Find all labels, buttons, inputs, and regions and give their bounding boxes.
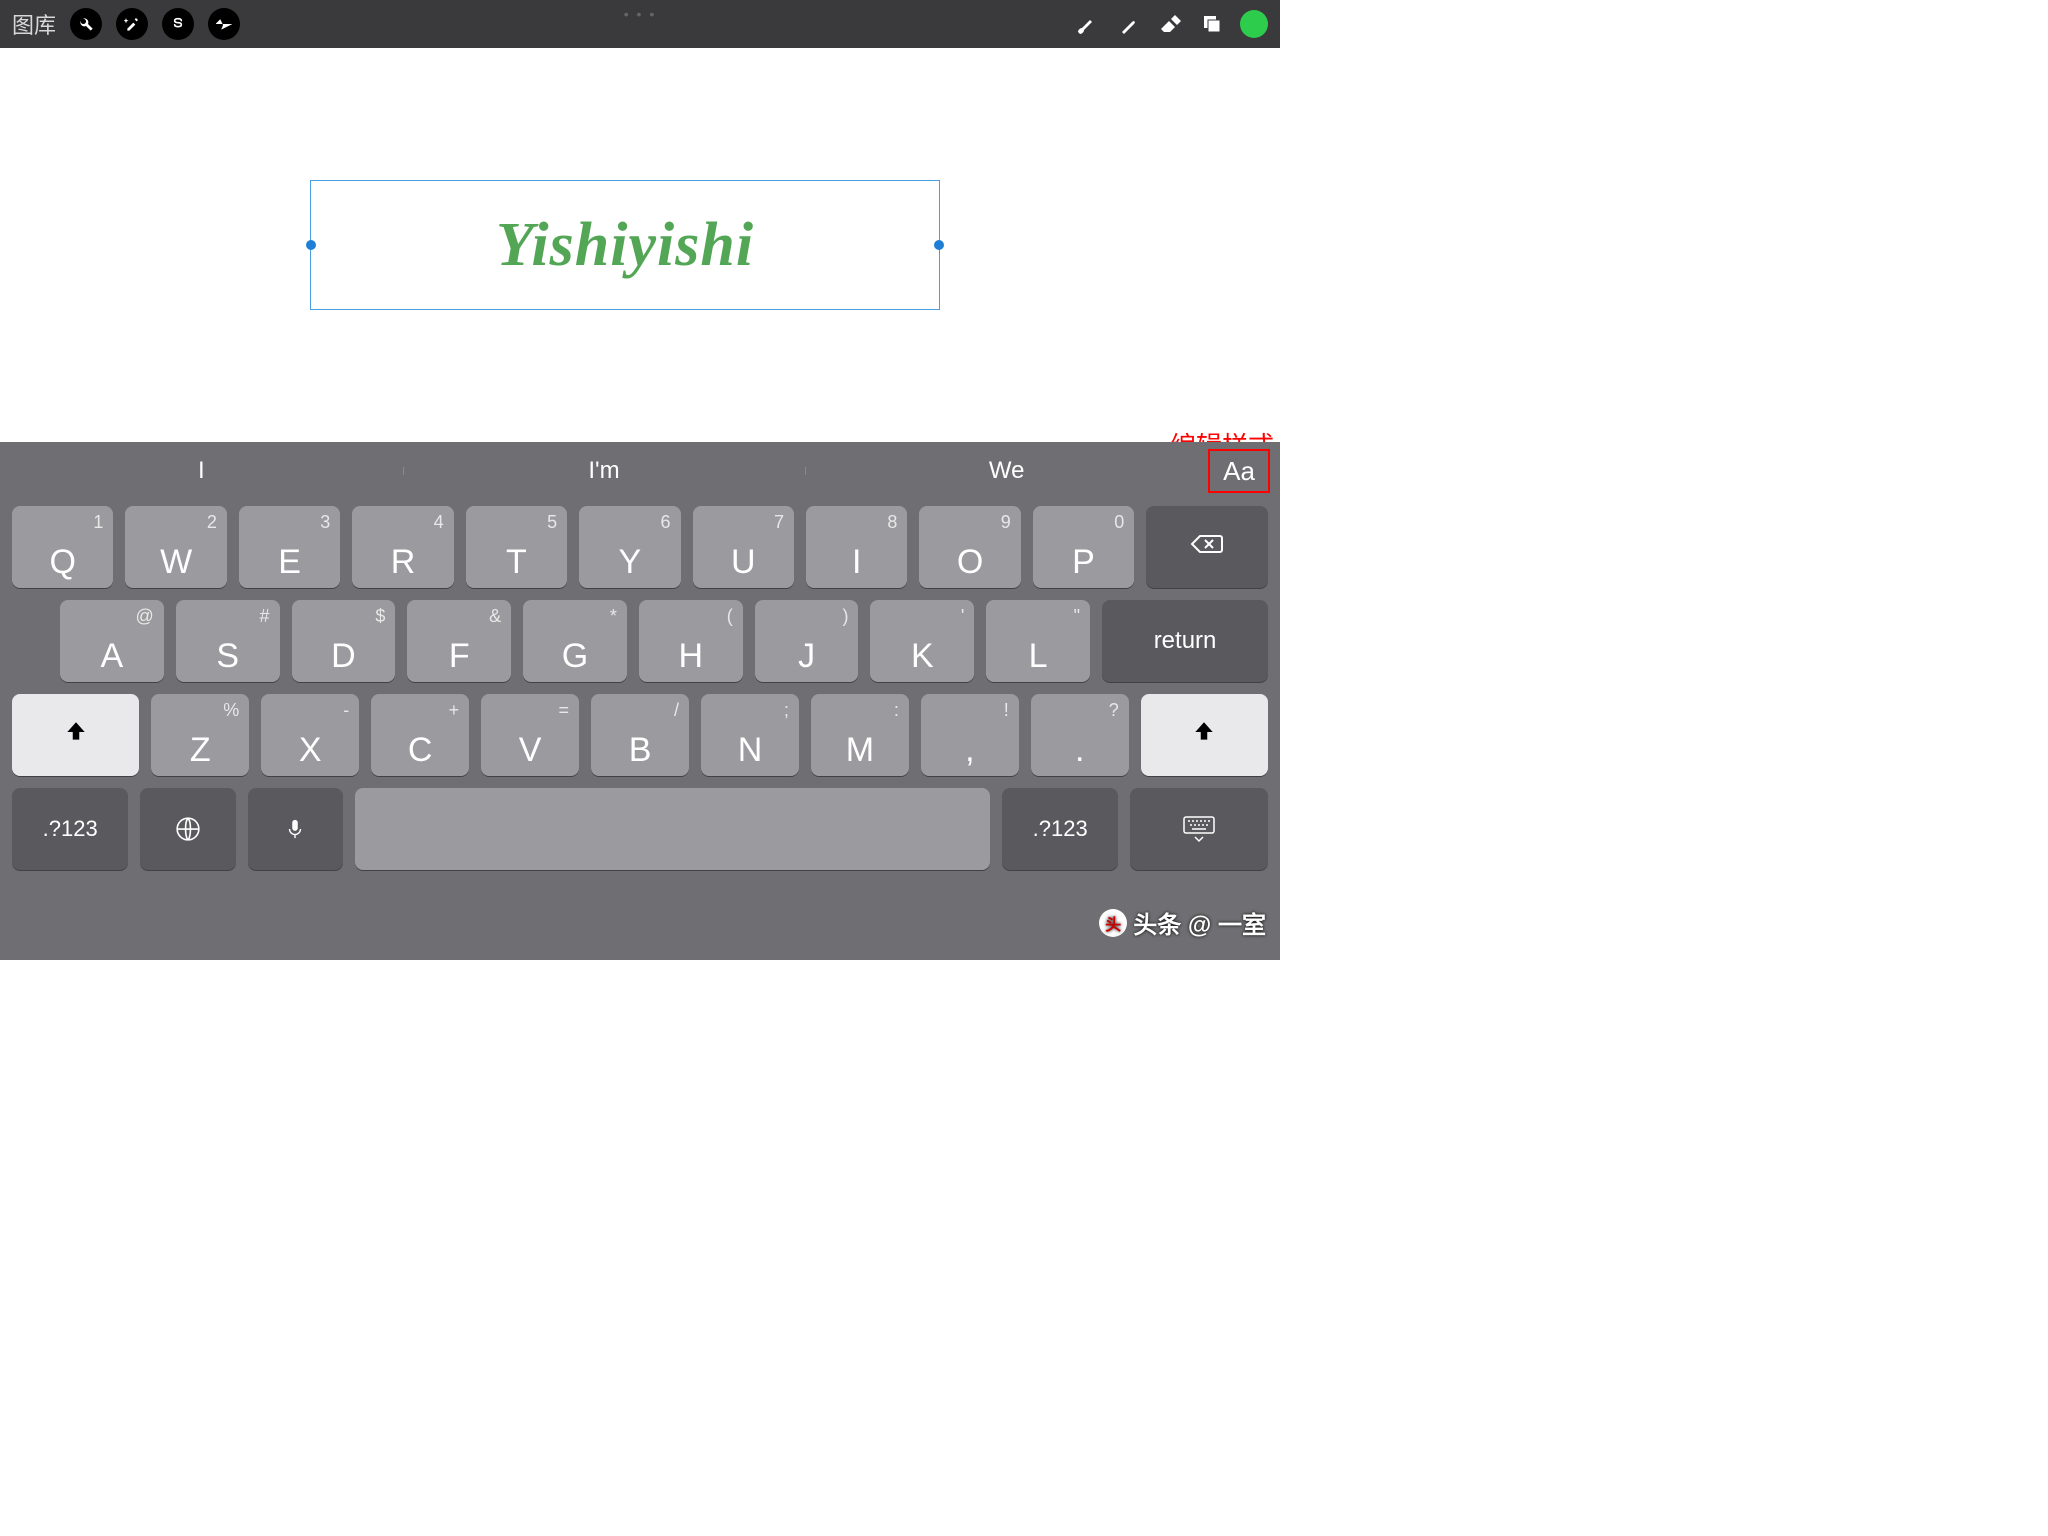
key-w[interactable]: 2W [125, 506, 226, 588]
number-switch-key[interactable]: .?123 [12, 788, 128, 870]
arrow-icon[interactable] [208, 8, 240, 40]
key-x[interactable]: -X [261, 694, 359, 776]
key-u[interactable]: 7U [693, 506, 794, 588]
key-period[interactable]: ?. [1031, 694, 1129, 776]
dismiss-keyboard-key[interactable] [1130, 788, 1268, 870]
key-row-2: @A#S$D&F*G(H)J'K"Lreturn [0, 594, 1280, 688]
watermark-text: 头条 @ 一室 [1133, 905, 1266, 940]
suggestion-3[interactable]: We [805, 457, 1208, 485]
drag-handle-icon[interactable]: • • • [620, 6, 660, 22]
key-h[interactable]: (H [639, 600, 743, 682]
key-l[interactable]: "L [986, 600, 1090, 682]
shift-key-left[interactable] [12, 694, 139, 776]
key-e[interactable]: 3E [239, 506, 340, 588]
key-a[interactable]: @A [60, 600, 164, 682]
wrench-icon[interactable] [70, 8, 102, 40]
key-c[interactable]: +C [371, 694, 469, 776]
key-r[interactable]: 4R [352, 506, 453, 588]
watermark: 头 头条 @ 一室 [1099, 905, 1266, 940]
globe-key[interactable] [140, 788, 235, 870]
number-switch-key-2[interactable]: .?123 [1002, 788, 1118, 870]
key-o[interactable]: 9O [919, 506, 1020, 588]
key-d[interactable]: $D [292, 600, 396, 682]
watermark-logo-icon: 头 [1099, 909, 1127, 937]
mic-key[interactable] [248, 788, 343, 870]
return-key[interactable]: return [1102, 600, 1268, 682]
text-content[interactable]: Yishiyishi [496, 210, 754, 281]
backspace-key[interactable] [1146, 506, 1268, 588]
canvas-area[interactable]: Yishiyishi 编辑样式 [0, 48, 1280, 442]
key-m[interactable]: :M [811, 694, 909, 776]
suggestion-bar: I I'm We Aa [0, 442, 1280, 500]
key-row-3: %Z-X+C=V/B;N:M!,?. [0, 688, 1280, 782]
key-row-4: .?123 .?123 [0, 782, 1280, 876]
top-toolbar: 图库 • • • [0, 0, 1280, 48]
key-p[interactable]: 0P [1033, 506, 1134, 588]
suggestion-2[interactable]: I'm [403, 457, 806, 485]
key-i[interactable]: 8I [806, 506, 907, 588]
layers-icon[interactable] [1198, 10, 1226, 38]
smudge-icon[interactable] [1114, 10, 1142, 38]
color-picker-button[interactable] [1240, 10, 1268, 38]
key-n[interactable]: ;N [701, 694, 799, 776]
key-v[interactable]: =V [481, 694, 579, 776]
gallery-button[interactable]: 图库 [12, 8, 56, 40]
wand-icon[interactable] [116, 8, 148, 40]
key-k[interactable]: 'K [870, 600, 974, 682]
virtual-keyboard: I I'm We Aa 1Q2W3E4R5T6Y7U8I9O0P @A#S$D&… [0, 442, 1280, 960]
s-icon[interactable] [162, 8, 194, 40]
suggestion-1[interactable]: I [0, 457, 403, 485]
brush-icon[interactable] [1072, 10, 1100, 38]
key-comma[interactable]: !, [921, 694, 1019, 776]
key-j[interactable]: )J [755, 600, 859, 682]
key-row-1: 1Q2W3E4R5T6Y7U8I9O0P [0, 500, 1280, 594]
key-f[interactable]: &F [407, 600, 511, 682]
text-style-button[interactable]: Aa [1208, 449, 1270, 493]
key-b[interactable]: /B [591, 694, 689, 776]
eraser-icon[interactable] [1156, 10, 1184, 38]
key-q[interactable]: 1Q [12, 506, 113, 588]
key-s[interactable]: #S [176, 600, 280, 682]
text-selection-box[interactable]: Yishiyishi [310, 180, 940, 310]
space-key[interactable] [355, 788, 990, 870]
key-g[interactable]: *G [523, 600, 627, 682]
key-t[interactable]: 5T [466, 506, 567, 588]
shift-key-right[interactable] [1141, 694, 1268, 776]
key-z[interactable]: %Z [151, 694, 249, 776]
key-y[interactable]: 6Y [579, 506, 680, 588]
